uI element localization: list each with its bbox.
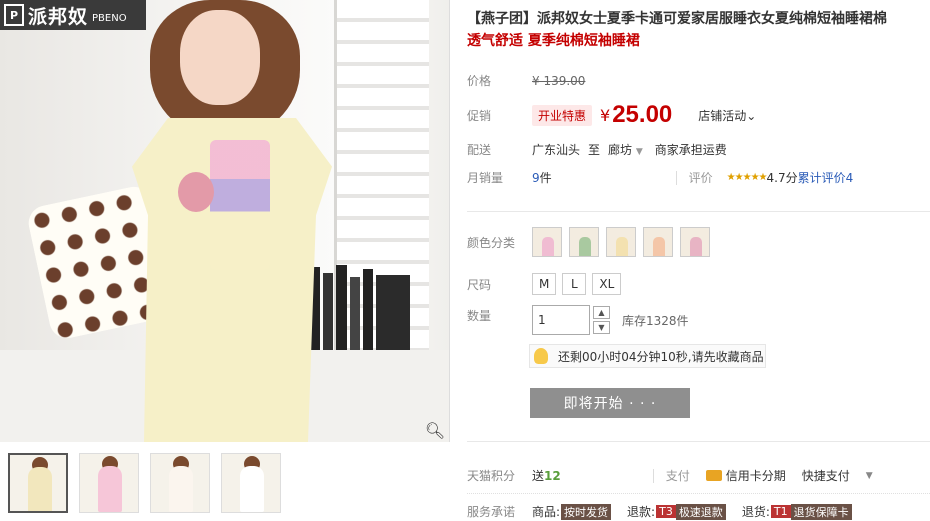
dress-bear-print <box>178 172 214 212</box>
quantity-stepper: ▲ ▼ <box>593 306 610 334</box>
color-option-5[interactable] <box>680 227 710 257</box>
zoom-icon[interactable]: 🔍︎ <box>425 420 445 440</box>
points-send: 送 <box>532 469 545 483</box>
points-label: 天猫积分 <box>467 469 516 483</box>
reviews-link[interactable]: 累计评价4 <box>798 169 854 186</box>
quantity-label: 数量 <box>467 309 492 323</box>
rating-label: 评价 <box>688 171 713 185</box>
color-row: 颜色分类 <box>467 227 717 257</box>
caret-down-icon[interactable]: ▼ <box>866 471 873 481</box>
product-title-text: 【燕子团】派邦奴女士夏季卡通可爱家居服睡衣女夏纯棉短袖睡裙棉 <box>467 11 887 27</box>
service-return: 退货: <box>741 505 770 519</box>
service-goods-tag[interactable]: 按时发货 <box>561 503 612 520</box>
size-label: 尺码 <box>467 277 492 292</box>
size-option-m[interactable]: M <box>532 273 557 295</box>
shop-activity-dropdown[interactable]: 店铺活动⌄ <box>698 107 756 124</box>
delivery-row: 配送 广东汕头 至 廊坊 ▼ 商家承担运费 <box>467 141 727 158</box>
model-face <box>180 10 260 105</box>
delivery-destination[interactable]: 廊坊 ▼ <box>608 141 643 158</box>
promo-label: 促销 <box>467 108 492 123</box>
color-option-3[interactable] <box>606 227 636 257</box>
size-option-l[interactable]: L <box>562 273 587 295</box>
background-books <box>310 262 411 357</box>
shipping-info: 商家承担运费 <box>654 143 727 157</box>
product-gallery: P 派邦奴 PBENO 🔍︎ <box>0 0 450 521</box>
section-divider <box>467 211 930 212</box>
promo-currency: ¥ <box>600 105 611 125</box>
promo-price: 25.00 <box>612 101 673 128</box>
points-row: 天猫积分 送 12 支付 信用卡分期 快捷支付 ▼ <box>467 467 873 484</box>
size-option-xl[interactable]: XL <box>592 273 622 295</box>
lightbulb-icon <box>534 348 548 364</box>
delivery-from: 广东汕头 <box>532 143 581 157</box>
thumbnail-2[interactable] <box>79 453 139 513</box>
divider <box>675 170 677 185</box>
delivery-to-word: 至 <box>588 143 601 157</box>
points-value: 12 <box>544 468 561 483</box>
rating-stars-icon: ★★★★★ <box>726 172 768 183</box>
stock-count: 库存1328件 <box>622 313 689 328</box>
section-divider-2 <box>467 441 930 442</box>
caret-down-icon: ▼ <box>635 147 643 157</box>
color-option-4[interactable] <box>643 227 673 257</box>
coming-soon-button[interactable]: 即将开始 · · · <box>530 388 690 418</box>
quick-pay-option[interactable]: 快捷支付 <box>802 467 850 484</box>
size-row: 尺码 M L XL <box>467 273 627 295</box>
sales-unit: 件 <box>539 171 552 185</box>
product-subtitle: 透气舒适 夏季纯棉短袖睡裙 <box>467 33 640 49</box>
thumbnail-1[interactable] <box>8 453 68 513</box>
shop-activity-label: 店铺活动 <box>698 108 747 123</box>
quantity-row: 数量 1 ▲ ▼ 库存1328件 <box>467 305 689 335</box>
color-label: 颜色分类 <box>467 235 516 250</box>
price-label: 价格 <box>467 74 492 88</box>
countdown-text: 还剩00小时04分钟10秒,请先收藏商品 <box>558 349 764 364</box>
quantity-down-icon[interactable]: ▼ <box>593 321 610 334</box>
rating-score: 4.7分 <box>766 171 798 185</box>
promo-badge: 开业特惠 <box>532 104 593 126</box>
sales-label: 月销量 <box>467 171 504 185</box>
pay-label: 支付 <box>665 469 690 483</box>
sales-row: 月销量 9 件 评价 ★★★★★ 4.7分 累计评价4 <box>467 169 853 186</box>
dress-print <box>210 140 270 270</box>
quantity-up-icon[interactable]: ▲ <box>593 306 610 319</box>
section-divider-3 <box>467 493 930 494</box>
brand-name-cn: 派邦奴 <box>28 5 89 28</box>
thumbnail-strip <box>8 453 281 513</box>
brand-logo: P 派邦奴 PBENO <box>0 0 146 30</box>
original-price: ¥ 139.00 <box>532 73 586 88</box>
installment-option[interactable]: 信用卡分期 <box>726 467 786 484</box>
service-return-prefix: T1 <box>770 505 791 518</box>
color-option-1[interactable] <box>532 227 562 257</box>
thumbnail-3[interactable] <box>150 453 210 513</box>
delivery-to: 廊坊 <box>608 143 633 157</box>
main-product-image[interactable]: P 派邦奴 PBENO 🔍︎ <box>0 0 450 442</box>
countdown-notice: 还剩00小时04分钟10秒,请先收藏商品 <box>529 344 766 368</box>
chevron-down-icon: ⌄ <box>746 108 757 123</box>
price-row: 价格 ¥ 139.00 <box>467 72 585 89</box>
brand-mark-icon: P <box>4 4 24 26</box>
delivery-label: 配送 <box>467 143 492 157</box>
divider <box>652 468 654 483</box>
service-refund: 退款: <box>627 505 656 519</box>
color-option-2[interactable] <box>569 227 599 257</box>
credit-card-icon <box>705 470 722 481</box>
thumbnail-4[interactable] <box>221 453 281 513</box>
brand-name-en: PBENO <box>92 12 127 24</box>
service-refund-prefix: T3 <box>656 505 676 518</box>
service-refund-tag[interactable]: 极速退款 <box>675 503 726 520</box>
quantity-input[interactable]: 1 <box>532 305 590 335</box>
promo-row: 促销 开业特惠 ¥ 25.00 店铺活动⌄ <box>467 101 756 129</box>
service-row: 服务承诺 商品: 按时发货 退款: T3 极速退款 退货: T1 退货保障卡 <box>467 503 852 520</box>
service-goods: 商品: <box>532 505 561 519</box>
service-return-tag[interactable]: 退货保障卡 <box>790 503 852 520</box>
service-label: 服务承诺 <box>467 505 516 519</box>
product-title: 【燕子团】派邦奴女士夏季卡通可爱家居服睡衣女夏纯棉短袖睡裙棉 透气舒适 夏季纯棉… <box>467 8 922 52</box>
sales-count: 9 <box>532 170 540 185</box>
